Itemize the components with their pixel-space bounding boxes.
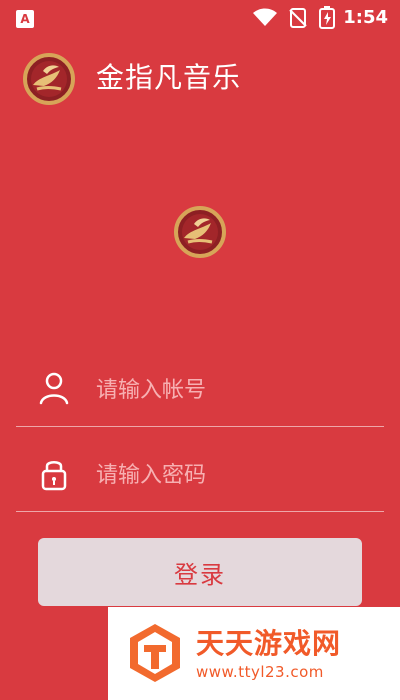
watermark-logo-icon <box>130 624 180 682</box>
password-field-row <box>16 441 384 512</box>
battery-charging-icon <box>319 6 335 29</box>
status-icons <box>252 6 338 30</box>
app-logo-icon <box>23 53 75 105</box>
wifi-icon <box>253 8 277 26</box>
lock-icon <box>41 461 67 491</box>
app-header: 金指凡音乐 <box>0 36 400 120</box>
status-time: 1:54 <box>343 7 388 28</box>
app-title: 金指凡音乐 <box>96 61 242 94</box>
no-signal-icon <box>289 8 307 28</box>
watermark-title: 天天游戏网 <box>196 627 342 660</box>
user-icon <box>39 372 69 405</box>
login-button[interactable]: 登录 <box>38 538 362 606</box>
watermark-url: www.ttyl23.com <box>196 663 324 681</box>
account-field-row <box>16 356 384 427</box>
password-input[interactable] <box>94 451 368 499</box>
app-logo-icon <box>174 206 226 258</box>
status-notification-icon: A <box>16 10 34 28</box>
watermark-overlay: 天天游戏网 www.ttyl23.com <box>108 607 400 700</box>
account-input[interactable] <box>94 366 368 414</box>
status-bar: A 1:54 <box>0 0 400 36</box>
